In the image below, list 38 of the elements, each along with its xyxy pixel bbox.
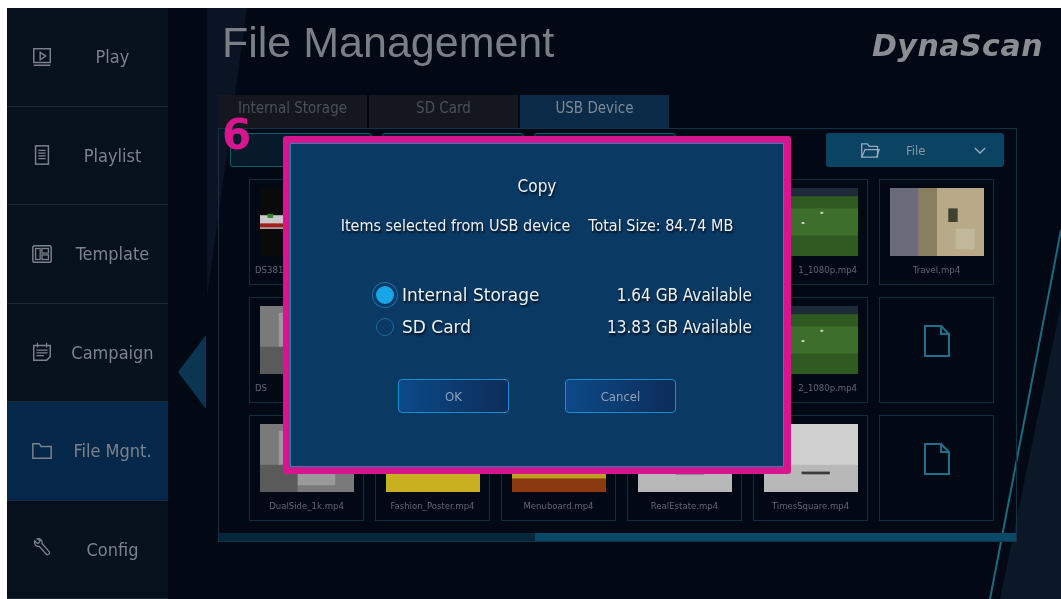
page-title: File Management xyxy=(222,18,555,67)
file-name: Travel.mp4 xyxy=(912,264,961,275)
option-label: SD Card xyxy=(402,317,472,337)
file-name: DualSide_1k.mp4 xyxy=(269,500,344,511)
dialog-button[interactable]: Cancel xyxy=(565,379,676,413)
file-type-dropdown[interactable]: File xyxy=(826,133,1004,167)
file-name: DS xyxy=(255,382,267,393)
document-icon xyxy=(922,442,951,476)
file-name: TimesSquare.mp4 xyxy=(771,500,850,511)
dialog-title: Copy xyxy=(517,176,557,196)
logo: DynaScan xyxy=(871,28,1043,63)
file-name: RealEstate.mp4 xyxy=(650,500,719,511)
layout-icon xyxy=(31,242,53,265)
source-text: Items selected from USB device xyxy=(340,216,571,235)
dialog-button[interactable]: OK xyxy=(398,379,509,413)
file-name: 2_1080p.mp4 xyxy=(798,382,857,393)
tab[interactable]: USB Device xyxy=(520,95,669,128)
file-tile[interactable] xyxy=(879,297,994,403)
document-icon xyxy=(922,324,951,358)
file-tile[interactable]: Travel.mp4 xyxy=(879,179,994,285)
tab[interactable]: SD Card xyxy=(369,95,518,128)
previous-arrow-icon[interactable] xyxy=(178,335,206,409)
chevron-down-icon xyxy=(974,146,986,154)
option-label: Internal Storage xyxy=(402,285,540,305)
available-space: 1.64 GB Available xyxy=(616,285,752,305)
total-size-text: Total Size: 84.74 MB xyxy=(588,216,734,235)
file-name: 1_1080p.mp4 xyxy=(798,264,857,275)
file-tile[interactable] xyxy=(879,415,994,521)
file-name: DS381 xyxy=(255,264,284,275)
sidebar-item[interactable]: File Mgnt. xyxy=(7,402,168,501)
available-space: 13.83 GB Available xyxy=(607,317,752,337)
radio-button[interactable] xyxy=(376,286,394,304)
folder-icon xyxy=(860,141,880,159)
file-name: Fashion_Poster.mp4 xyxy=(390,500,475,511)
calendar-icon xyxy=(31,341,53,364)
play-icon xyxy=(31,45,53,68)
scrollbar-thumb[interactable] xyxy=(535,533,1016,541)
file-name: Menuboard.mp4 xyxy=(523,500,594,511)
